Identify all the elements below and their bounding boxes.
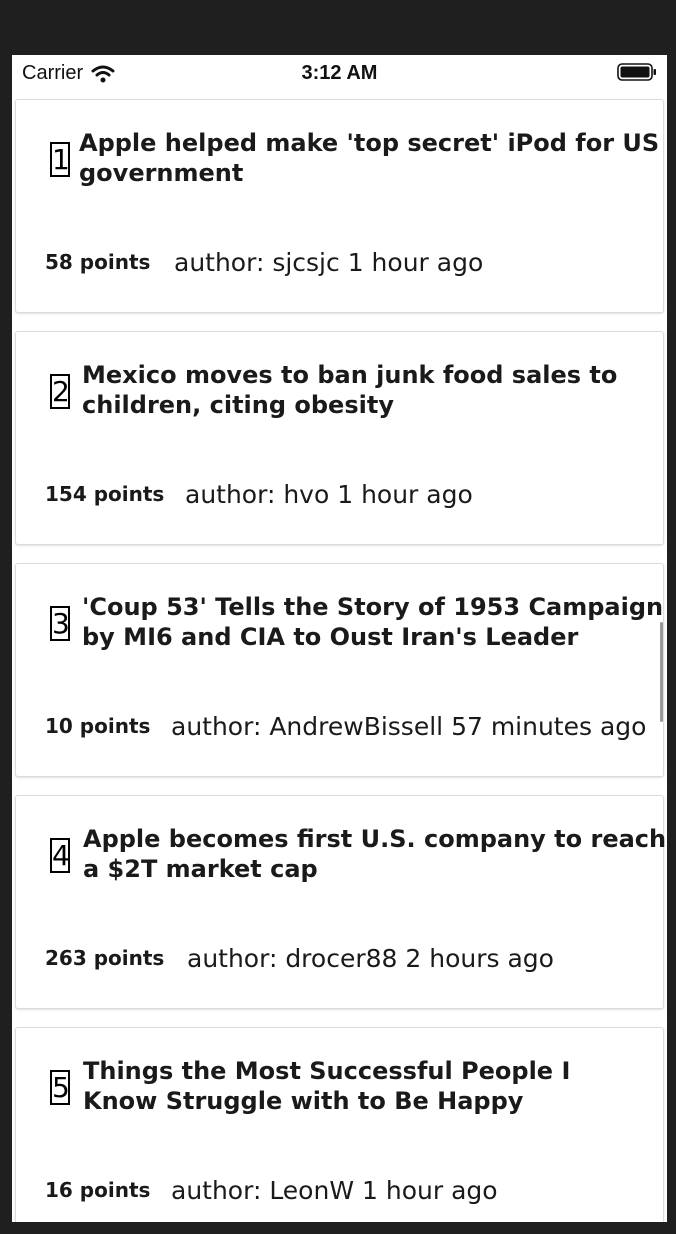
story-rank: 3 <box>50 606 70 641</box>
story-card[interactable]: 3 'Coup 53' Tells the Story of 1953 Camp… <box>15 563 664 777</box>
story-card[interactable]: 5 Things the Most Successful People I Kn… <box>15 1027 664 1222</box>
story-rank: 4 <box>50 838 70 873</box>
story-title[interactable]: Things the Most Successful People I Know… <box>83 1056 603 1116</box>
story-meta: author: hvo 1 hour ago <box>185 480 473 509</box>
phone-screen: Carrier 3:12 AM 1 Apple helped make 'top… <box>12 55 667 1222</box>
story-age: 1 hour ago <box>347 248 484 277</box>
story-points: 154 points <box>45 482 165 506</box>
story-points: 16 points <box>45 1178 151 1202</box>
story-points: 263 points <box>45 946 165 970</box>
status-bar: Carrier 3:12 AM <box>12 55 667 95</box>
story-rank: 2 <box>50 374 70 409</box>
battery-icon <box>617 63 656 81</box>
story-author[interactable]: author: hvo <box>185 480 329 509</box>
clock: 3:12 AM <box>301 62 378 84</box>
story-meta: author: sjcsjc 1 hour ago <box>174 248 483 277</box>
story-age: 1 hour ago <box>337 480 473 509</box>
story-title[interactable]: Apple becomes first U.S. company to reac… <box>83 824 667 884</box>
story-author[interactable]: author: LeonW <box>171 1176 354 1205</box>
story-card[interactable]: 4 Apple becomes first U.S. company to re… <box>15 795 667 1009</box>
story-list[interactable]: 1 Apple helped make 'top secret' iPod fo… <box>12 95 667 1222</box>
story-age: 2 hours ago <box>405 944 554 973</box>
story-points: 10 points <box>45 714 151 738</box>
story-rank: 1 <box>50 142 70 177</box>
story-title[interactable]: Apple helped make 'top secret' iPod for … <box>79 128 667 188</box>
story-meta: author: LeonW 1 hour ago <box>171 1176 498 1205</box>
story-title[interactable]: 'Coup 53' Tells the Story of 1953 Campai… <box>82 592 667 652</box>
story-age: 57 minutes ago <box>451 712 647 741</box>
story-rank: 5 <box>50 1070 70 1105</box>
story-meta: author: drocer88 2 hours ago <box>187 944 554 973</box>
story-meta: author: AndrewBissell 57 minutes ago <box>171 712 646 741</box>
story-title[interactable]: Mexico moves to ban junk food sales to c… <box>82 360 667 420</box>
story-author[interactable]: author: drocer88 <box>187 944 397 973</box>
story-author[interactable]: author: sjcsjc <box>174 248 340 277</box>
story-points: 58 points <box>45 250 151 274</box>
story-card[interactable]: 2 Mexico moves to ban junk food sales to… <box>15 331 664 545</box>
story-age: 1 hour ago <box>362 1176 498 1205</box>
scroll-indicator[interactable] <box>660 622 663 722</box>
story-card[interactable]: 1 Apple helped make 'top secret' iPod fo… <box>15 99 664 313</box>
story-author[interactable]: author: AndrewBissell <box>171 712 443 741</box>
